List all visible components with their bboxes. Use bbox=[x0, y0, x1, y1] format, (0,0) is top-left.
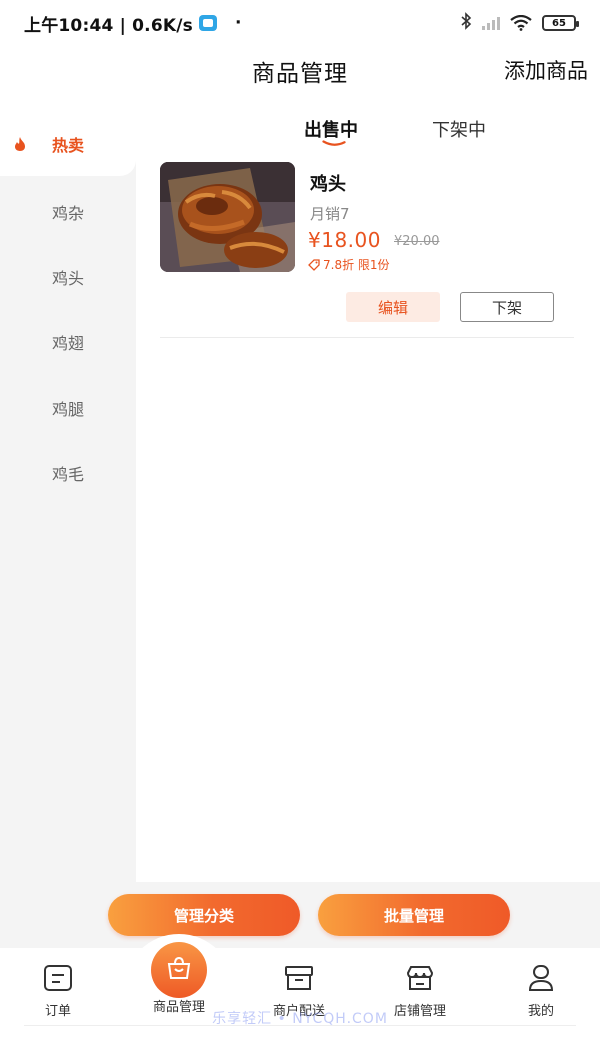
sidebar-item-chicken-feather[interactable]: 鸡毛 bbox=[0, 441, 136, 505]
sidebar-item-label: 热卖 bbox=[52, 136, 85, 155]
bluetooth-icon bbox=[460, 12, 472, 34]
tab-off-shelf[interactable]: 下架中 bbox=[432, 116, 486, 142]
monthly-sales: 月销7 bbox=[310, 205, 350, 223]
wifi-icon bbox=[510, 14, 532, 31]
product-price: ¥18.00 bbox=[308, 228, 381, 252]
store-icon bbox=[370, 964, 470, 996]
status-left: 上午10:44 | 0.6K/s · bbox=[24, 11, 242, 36]
sidebar-item-chicken-leg[interactable]: 鸡腿 bbox=[0, 376, 136, 440]
bag-icon bbox=[166, 956, 192, 984]
sidebar-item-chicken-head[interactable]: 鸡头 bbox=[0, 245, 136, 309]
cellular-signal-icon bbox=[482, 16, 500, 30]
discount-info: 7.8折 限1份 bbox=[308, 256, 390, 273]
flame-icon bbox=[14, 136, 26, 152]
sidebar-item-giblets[interactable]: 鸡杂 bbox=[0, 180, 136, 244]
discount-tag-icon bbox=[308, 258, 320, 271]
edit-button[interactable]: 编辑 bbox=[346, 292, 440, 322]
bottom-nav: 订单 商品管理 商户配送 店铺管理 我的 乐享轻汇 • NYCQH.COM bbox=[0, 934, 600, 1039]
product-image[interactable] bbox=[160, 162, 295, 272]
status-right: 65 bbox=[460, 12, 579, 34]
status-time-speed: 上午10:44 | 0.6K/s bbox=[24, 15, 193, 36]
take-off-shelf-button[interactable]: 下架 bbox=[460, 292, 554, 322]
divider bbox=[24, 1025, 576, 1026]
header: 商品管理 添加商品 bbox=[0, 46, 600, 96]
sidebar-item-hot[interactable]: 热卖 bbox=[0, 112, 136, 176]
delivery-box-icon bbox=[249, 964, 349, 996]
nav-product-manage-button[interactable] bbox=[151, 942, 207, 998]
sidebar-item-label: 鸡毛 bbox=[51, 465, 84, 484]
sidebar-item-chicken-wing[interactable]: 鸡翅 bbox=[0, 310, 136, 374]
sidebar-item-label: 鸡杂 bbox=[51, 204, 84, 223]
category-sidebar: 热卖 鸡杂 鸡头 鸡翅 鸡腿 鸡毛 bbox=[0, 112, 136, 882]
order-icon bbox=[8, 964, 108, 996]
sidebar-item-label: 鸡腿 bbox=[51, 400, 84, 419]
active-tab-indicator bbox=[322, 140, 346, 146]
add-product-button[interactable]: 添加商品 bbox=[504, 55, 588, 85]
status-bar: 上午10:44 | 0.6K/s · 65 bbox=[0, 0, 600, 46]
original-price: ¥20.00 bbox=[394, 234, 440, 249]
battery-icon: 65 bbox=[542, 15, 579, 31]
product-card[interactable]: 鸡头 月销7 ¥18.00 ¥20.00 7.8折 限1份 编辑 下架 bbox=[160, 162, 574, 338]
notification-app-icon bbox=[198, 15, 217, 31]
sidebar-item-label: 鸡翅 bbox=[51, 334, 84, 353]
status-dot: · bbox=[234, 13, 242, 33]
status-tabs: 出售中 下架中 bbox=[136, 110, 600, 154]
batch-manage-button[interactable]: 批量管理 bbox=[318, 894, 510, 936]
tab-on-sale[interactable]: 出售中 bbox=[304, 116, 358, 142]
action-bar: 管理分类 批量管理 bbox=[0, 882, 600, 948]
product-name: 鸡头 bbox=[310, 174, 346, 195]
discount-text: 7.8折 限1份 bbox=[323, 258, 390, 272]
user-icon bbox=[491, 964, 591, 996]
sidebar-item-label: 鸡头 bbox=[51, 269, 84, 288]
manage-category-button[interactable]: 管理分类 bbox=[108, 894, 300, 936]
